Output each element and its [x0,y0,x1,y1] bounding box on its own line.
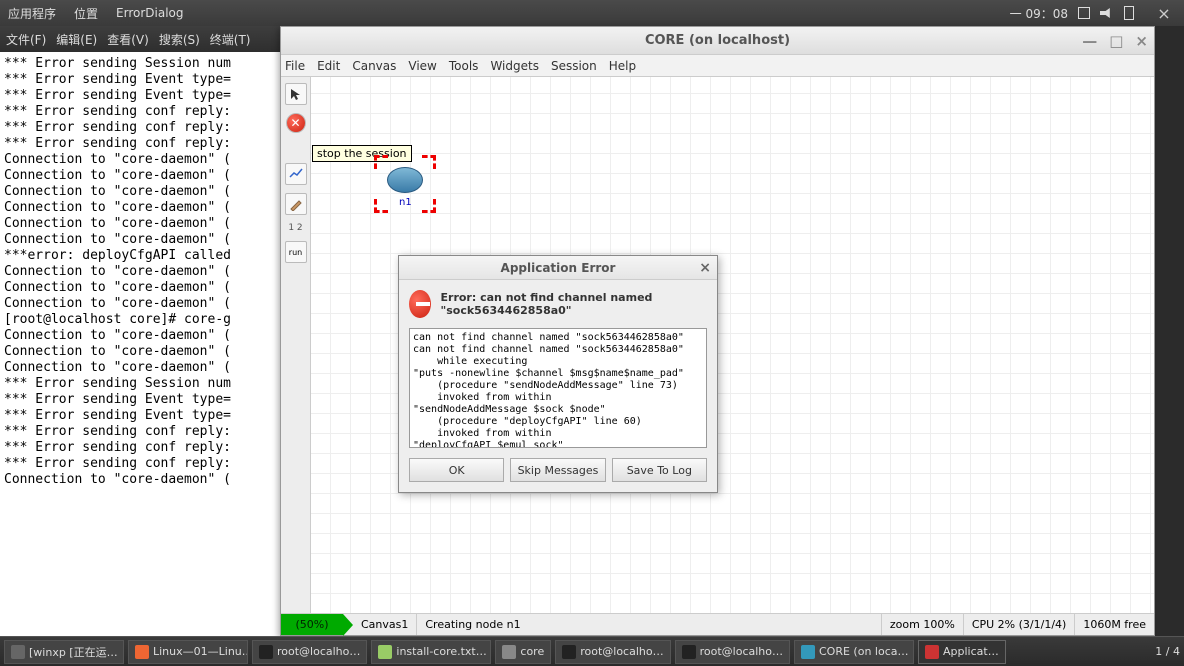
task-term1[interactable]: root@localho… [252,640,367,664]
terminal-icon [562,645,576,659]
skip-messages-button[interactable]: Skip Messages [510,458,605,482]
plot-tool[interactable] [285,163,307,185]
menu-help[interactable]: Help [609,59,636,73]
core-icon [801,645,815,659]
active-app[interactable]: ErrorDialog [116,6,183,20]
task-errordialog[interactable]: Applicat… [918,640,1006,664]
term-menu-view[interactable]: 查看(V) [107,31,149,48]
minimize-button[interactable]: — [1082,32,1097,50]
task-files[interactable]: core [495,640,551,664]
term-menu-file[interactable]: 文件(F) [6,31,46,48]
terminal-icon [682,645,696,659]
menu-view[interactable]: View [408,59,436,73]
battery-icon[interactable] [1124,6,1134,20]
layer-tabs[interactable]: 1 2 [288,223,302,233]
term-menu-edit[interactable]: 编辑(E) [56,31,97,48]
menu-widgets[interactable]: Widgets [490,59,539,73]
task-gedit[interactable]: install-core.txt… [371,640,491,664]
gnome-topbar: 应用程序 位置 ErrorDialog 一 09：08 × [0,0,1184,26]
task-core[interactable]: CORE (on loca… [794,640,914,664]
ok-button[interactable]: OK [409,458,504,482]
error-dialog: Application Error × Error: can not find … [398,255,718,493]
error-icon [925,645,939,659]
places-menu[interactable]: 位置 [74,5,98,22]
term-menu-search[interactable]: 搜索(S) [159,31,200,48]
clock[interactable]: 一 09：08 [1010,5,1068,22]
menu-file[interactable]: File [285,59,305,73]
firefox-icon [135,645,149,659]
router-node-icon[interactable] [387,167,423,193]
taskbar: [winxp [正在运… Linux—01—Linu… root@localho… [0,636,1184,666]
task-winxp[interactable]: [winxp [正在运… [4,640,124,664]
dialog-title-text: Application Error [501,261,616,275]
node-label: n1 [399,197,412,208]
gedit-icon [378,645,392,659]
menu-canvas[interactable]: Canvas [352,59,396,73]
apps-menu[interactable]: 应用程序 [8,5,56,22]
terminal-icon [259,645,273,659]
task-term2[interactable]: root@localho… [555,640,670,664]
menu-tools[interactable]: Tools [449,59,479,73]
stop-session-button[interactable]: ✕ [286,113,306,133]
dialog-titlebar[interactable]: Application Error × [399,256,717,280]
error-trace[interactable]: can not find channel named "sock56344628… [409,328,707,448]
maximize-button[interactable]: □ [1109,32,1123,50]
core-title-text: CORE (on localhost) [645,33,790,48]
status-message: Creating node n1 [417,614,882,635]
task-firefox[interactable]: Linux—01—Linu… [128,640,248,664]
statusbar: (50%) Canvas1 Creating node n1 zoom 100%… [281,613,1154,635]
vbox-icon [11,645,25,659]
core-titlebar[interactable]: CORE (on localhost) — □ × [281,27,1154,55]
status-mem: 1060M free [1075,614,1154,635]
status-pct: (50%) [281,614,343,635]
status-arrow-icon [343,614,353,636]
select-tool[interactable] [285,83,307,105]
error-icon [409,290,431,318]
close-icon[interactable]: × [1152,1,1176,25]
menu-edit[interactable]: Edit [317,59,340,73]
files-icon [502,645,516,659]
draw-tool[interactable] [285,193,307,215]
sound-icon[interactable] [1100,8,1114,18]
status-zoom[interactable]: zoom 100% [882,614,964,635]
core-menubar: File Edit Canvas View Tools Widgets Sess… [281,55,1154,77]
status-cpu: CPU 2% (3/1/1/4) [964,614,1076,635]
close-button[interactable]: × [1135,32,1148,50]
indicator-icon[interactable] [1078,7,1090,19]
run-tool[interactable]: run [285,241,307,263]
term-menu-terminal[interactable]: 终端(T) [210,31,251,48]
toolbar: ✕ 1 2 run [281,77,311,613]
workspace-switcher[interactable]: 1 / 4 [1155,645,1180,658]
dialog-close-button[interactable]: × [699,260,711,276]
save-to-log-button[interactable]: Save To Log [612,458,707,482]
error-message: Error: can not find channel named "sock5… [441,291,707,317]
task-term3[interactable]: root@localho… [675,640,790,664]
status-canvas[interactable]: Canvas1 [353,614,417,635]
menu-session[interactable]: Session [551,59,597,73]
